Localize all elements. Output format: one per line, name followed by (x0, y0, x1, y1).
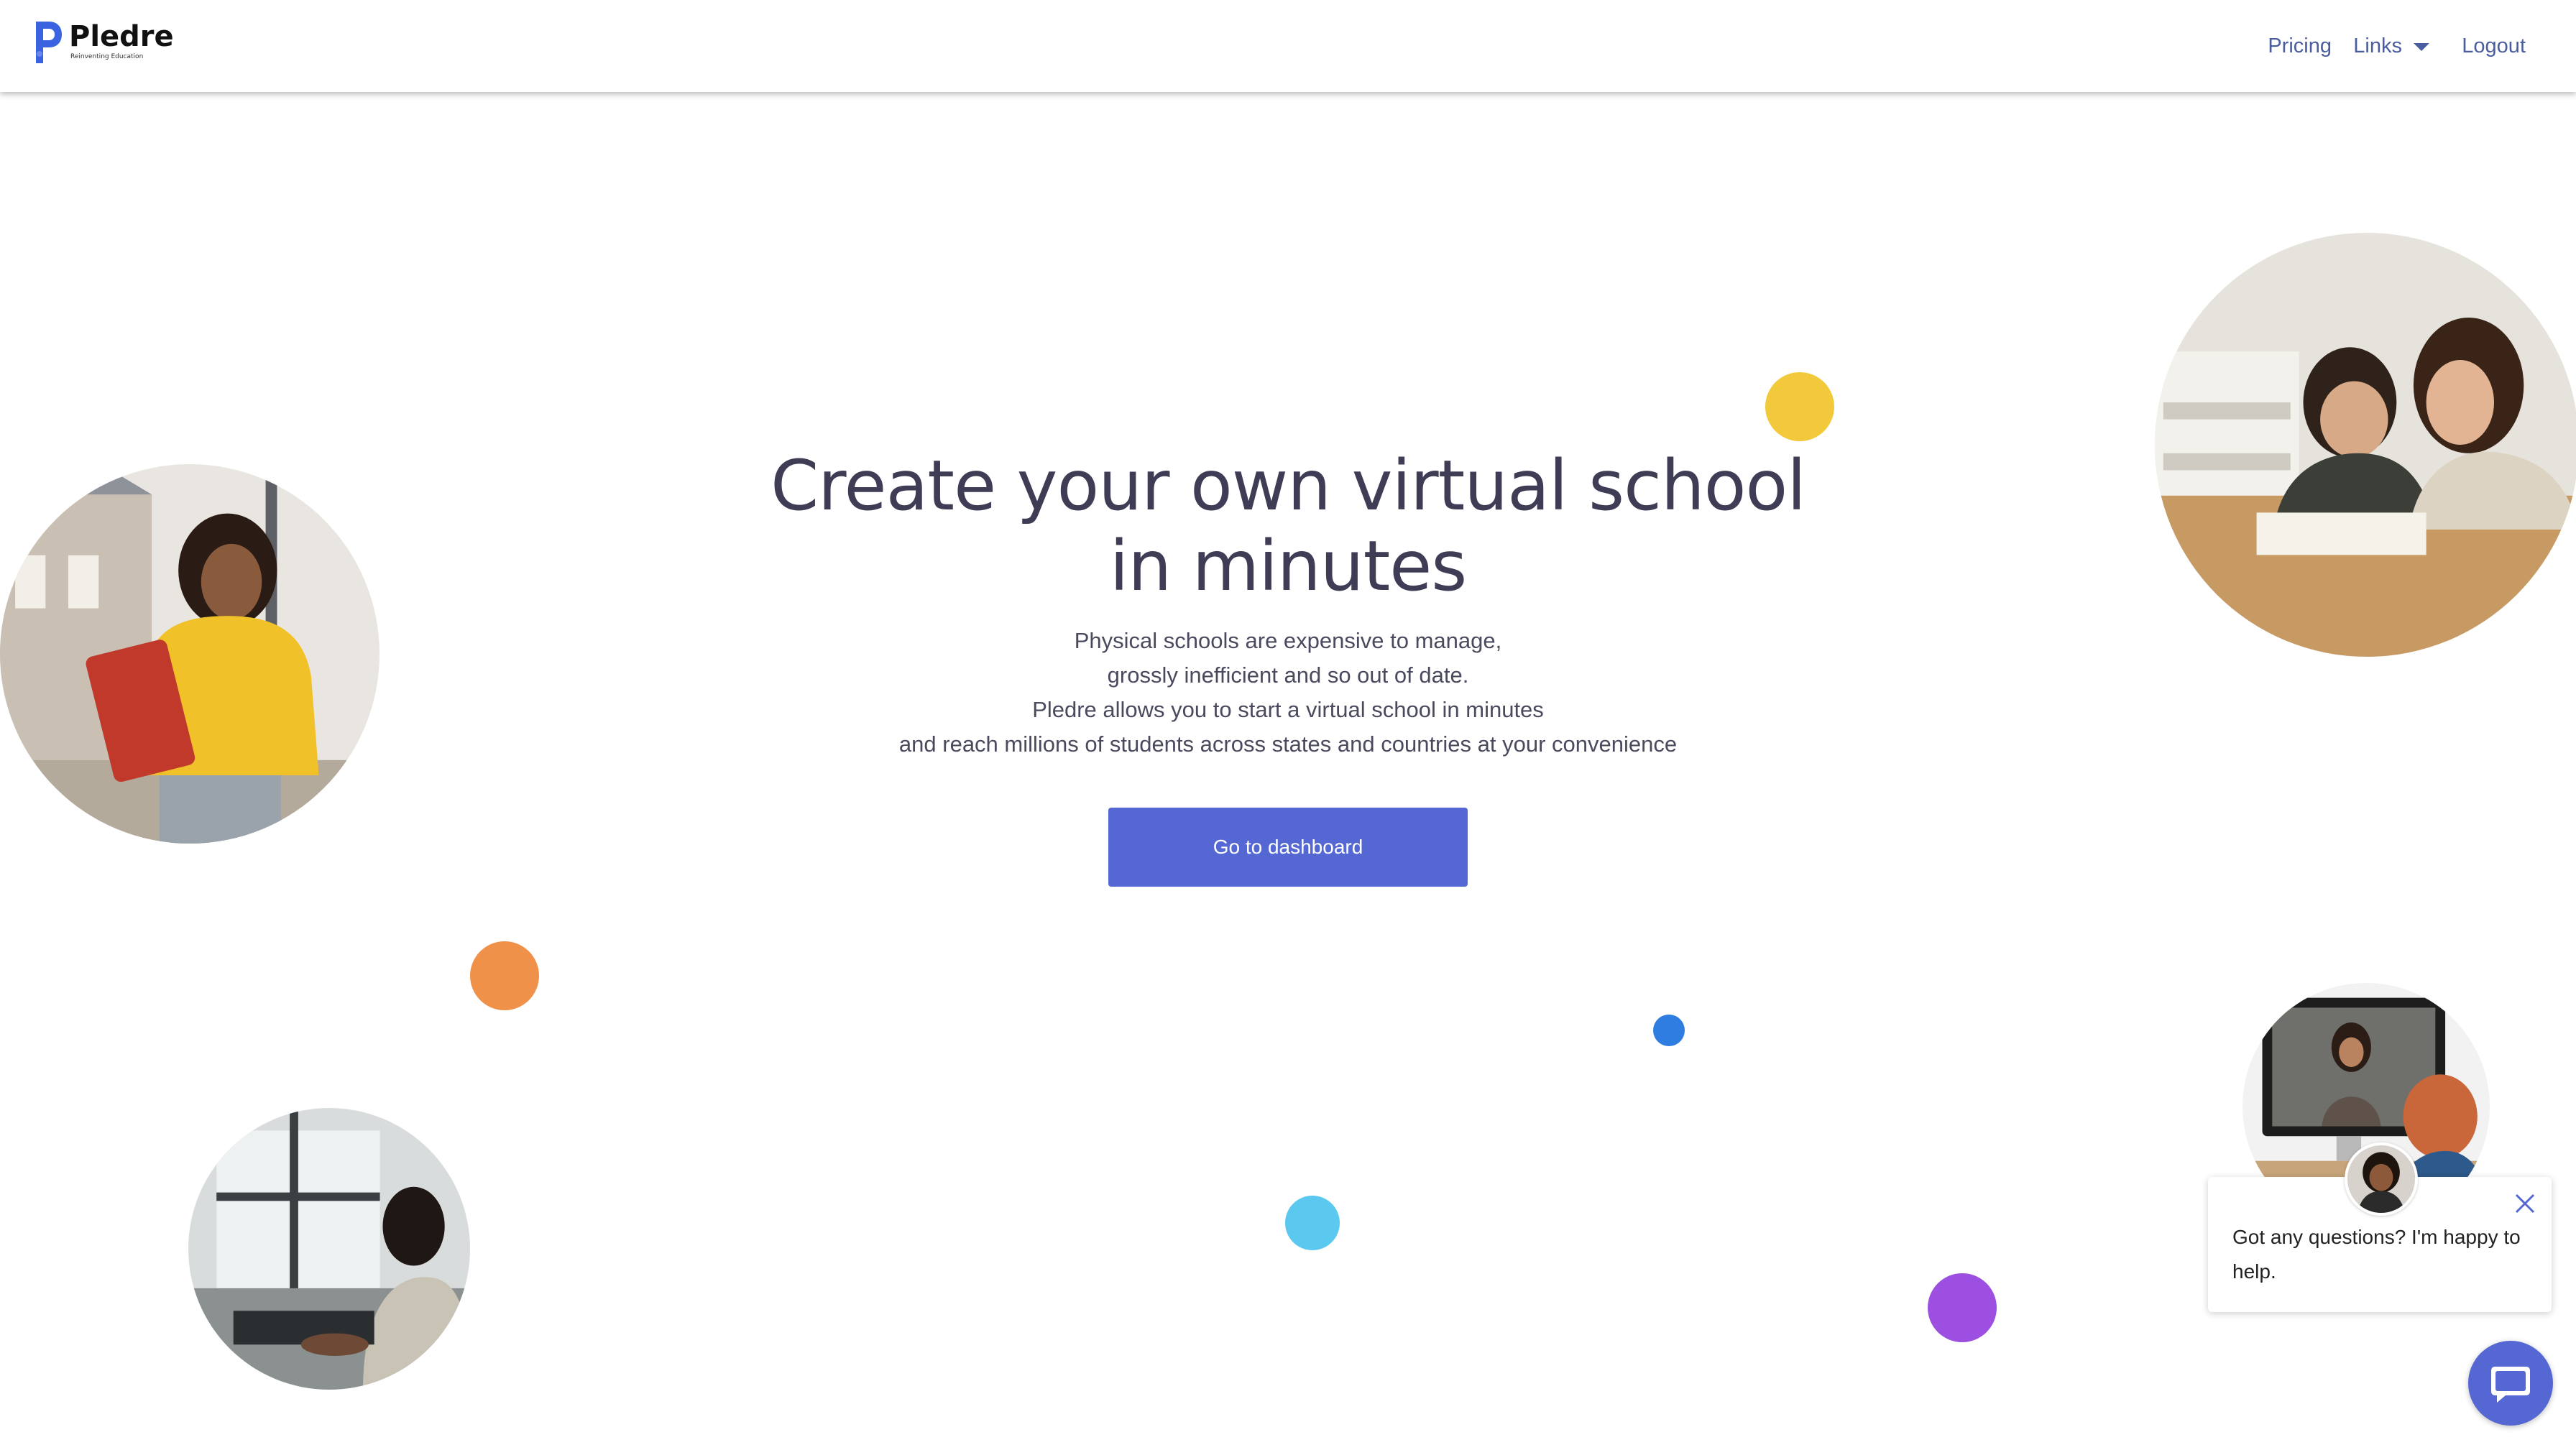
decorative-dot-purple (1928, 1273, 1997, 1342)
decorative-dot-blue (1653, 1015, 1685, 1046)
pledre-logo-icon (36, 22, 62, 63)
logo-name: Pledre (69, 20, 174, 53)
go-to-dashboard-button[interactable]: Go to dashboard (1108, 808, 1468, 887)
pledre-logo[interactable]: Pledre Reinventing Education (33, 20, 174, 68)
chat-icon (2491, 1367, 2530, 1403)
hero-description-line: Pledre allows you to start a virtual sch… (1032, 697, 1544, 722)
support-agent-avatar (2345, 1142, 2418, 1216)
tutoring-photo (2155, 233, 2576, 657)
hero-title: Create your own virtual school in minute… (713, 445, 1863, 606)
nav-pricing-link[interactable]: Pricing (2268, 32, 2332, 60)
hero-title-line-1: Create your own virtual school (770, 445, 1806, 526)
decorative-dot-yellow (1765, 372, 1834, 441)
computer-work-photo (188, 1108, 470, 1390)
nav-links-dropdown[interactable]: Links (2353, 32, 2429, 60)
logo-tagline: Reinventing Education (70, 53, 144, 60)
chat-launcher-button[interactable] (2468, 1341, 2553, 1426)
hero-description-line: Physical schools are expensive to manage… (1074, 628, 1502, 653)
close-icon[interactable] (2513, 1191, 2537, 1216)
hero-section: Create your own virtual school in minute… (713, 445, 1863, 762)
hero-description: Physical schools are expensive to manage… (713, 624, 1863, 762)
nav-logout-link[interactable]: Logout (2462, 32, 2526, 60)
top-navbar: Pledre Reinventing Education Pricing Lin… (0, 0, 2576, 92)
decorative-dot-cyan (1285, 1196, 1340, 1250)
nav-links-label: Links (2353, 34, 2402, 57)
decorative-dot-orange (470, 941, 539, 1010)
chevron-down-icon (2414, 42, 2429, 51)
student-photo (0, 464, 380, 844)
hero-description-line: and reach millions of students across st… (898, 731, 1678, 757)
chat-greeting-text: Got any questions? I'm happy to help. (2232, 1226, 2521, 1283)
hero-description-line: grossly inefficient and so out of date. (1107, 662, 1469, 688)
hero-title-line-2: in minutes (1109, 526, 1468, 606)
